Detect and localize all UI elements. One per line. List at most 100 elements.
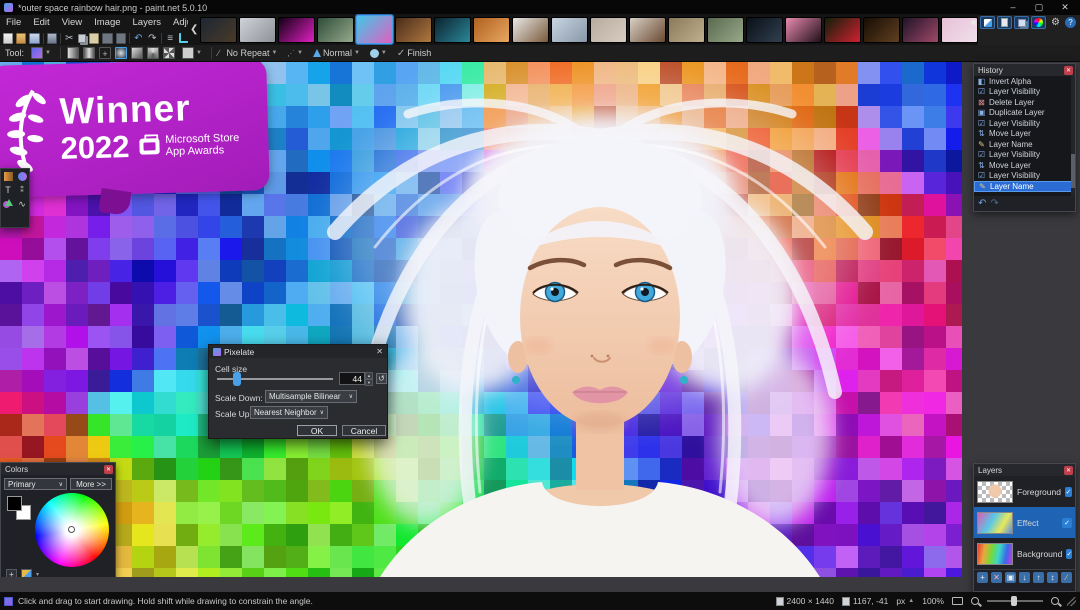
minimize-button[interactable]: –	[1000, 0, 1026, 15]
layers-panel-toggle[interactable]	[1014, 16, 1029, 29]
palette-menu-button[interactable]	[21, 569, 32, 577]
menu-file[interactable]: File	[0, 15, 27, 31]
colors-panel-toggle[interactable]	[1031, 16, 1046, 29]
history-undo-icon[interactable]: ↶	[978, 198, 986, 209]
colors-close-icon[interactable]: ✕	[104, 464, 113, 474]
image-thumbnail[interactable]	[317, 16, 354, 43]
history-item[interactable]: ☑ Layer Visibility	[974, 87, 1075, 98]
gradient-channels-button[interactable]: ▼	[179, 47, 205, 60]
shapes-tool-button[interactable]	[1, 197, 15, 211]
layer-visibility-checkbox[interactable]: ✓	[1062, 517, 1072, 528]
history-item[interactable]: ☑ Layer Visibility	[974, 118, 1075, 129]
image-thumbnail[interactable]	[863, 16, 900, 43]
finish-button[interactable]: ✓ Finish	[394, 47, 434, 60]
layers-close-icon[interactable]: ✕	[1064, 465, 1073, 475]
history-scrollbar[interactable]	[1071, 76, 1075, 196]
layer-visibility-checkbox[interactable]: ✓	[1066, 548, 1073, 559]
layer-row-effect[interactable]: Effect ✓	[974, 507, 1075, 538]
gradient-type-diamond-button[interactable]	[130, 47, 143, 59]
history-redo-icon[interactable]: ↷	[990, 198, 998, 209]
crop-icon[interactable]	[102, 32, 113, 44]
line-tool-button[interactable]: ∿	[15, 197, 29, 211]
settings-button[interactable]: ⚙	[1048, 16, 1063, 29]
zoom-slider-thumb[interactable]	[1011, 596, 1017, 606]
image-thumbnail-active[interactable]	[356, 15, 393, 44]
text-tool-button[interactable]: T	[1, 183, 15, 197]
delete-layer-button[interactable]: ✕	[991, 571, 1002, 583]
layer-properties-button[interactable]: ∕	[1061, 571, 1072, 583]
crop-to-selection-icon[interactable]	[178, 33, 188, 43]
color-wheel[interactable]	[35, 493, 109, 567]
repeat-mode-dropdown[interactable]: No Repeat ▼	[223, 47, 280, 60]
gradient-tool-button[interactable]	[1, 169, 15, 183]
canvas[interactable]: Winner 2022 Microsoft Store App Awards T…	[0, 62, 962, 577]
ok-button[interactable]: OK	[297, 425, 337, 436]
cut-icon[interactable]: ✂	[64, 33, 75, 44]
image-thumbnail[interactable]	[395, 16, 432, 43]
history-item[interactable]: ⇅ Move Layer	[974, 129, 1075, 140]
menu-layers[interactable]: Layers	[127, 15, 168, 31]
resize-grip[interactable]	[1067, 596, 1076, 606]
copy-icon[interactable]	[77, 33, 87, 43]
gradient-type-linear-button[interactable]	[66, 47, 79, 59]
active-tool-button[interactable]: ▼	[28, 47, 54, 60]
gradient-type-radial-button[interactable]	[114, 47, 127, 59]
image-thumbnail[interactable]	[473, 16, 510, 43]
thumbnail-scroll-left-icon[interactable]: ❮	[190, 24, 198, 35]
zoom-tool-button[interactable]: ⁑	[15, 183, 29, 197]
tools-panel-toggle[interactable]	[980, 16, 995, 29]
redo-icon[interactable]: ↷	[147, 33, 158, 44]
history-item[interactable]: ▣ Duplicate Layer	[974, 108, 1075, 119]
deselect-icon[interactable]	[115, 32, 126, 44]
print-icon[interactable]	[46, 32, 57, 44]
image-thumbnail[interactable]	[551, 16, 588, 43]
cell-size-slider-thumb[interactable]	[233, 372, 241, 386]
history-item[interactable]: ◧ Invert Alpha	[974, 76, 1075, 87]
duplicate-layer-button[interactable]: ▣	[1005, 571, 1016, 583]
image-thumbnail[interactable]	[824, 16, 861, 43]
history-icon[interactable]: ≡	[165, 33, 176, 44]
history-item[interactable]: ✎ Layer Name	[974, 181, 1075, 192]
scale-down-select[interactable]: Multisample Bilinear ∨	[265, 390, 357, 403]
image-thumbnail[interactable]	[668, 16, 705, 43]
merge-layer-down-button[interactable]: ↓	[1019, 571, 1030, 583]
move-layer-up-button[interactable]: ↑	[1033, 571, 1044, 583]
image-thumbnail[interactable]	[278, 16, 315, 43]
layer-row-foreground[interactable]: Foreground ✓	[974, 476, 1075, 507]
menu-edit[interactable]: Edit	[27, 15, 55, 31]
reset-button[interactable]: ↺	[376, 373, 387, 384]
scale-up-select[interactable]: Nearest Neighbor ∨	[250, 406, 328, 419]
history-item[interactable]: ☑ Layer Visibility	[974, 171, 1075, 182]
history-item[interactable]: ⊠ Delete Layer	[974, 97, 1075, 108]
menu-image[interactable]: Image	[88, 15, 126, 31]
cell-size-input[interactable]: 44	[339, 372, 365, 385]
image-thumbnail[interactable]	[590, 16, 627, 43]
cell-size-spinner[interactable]: ▲ ▼	[365, 372, 373, 386]
history-close-icon[interactable]: ✕	[1064, 65, 1073, 75]
layer-visibility-checkbox[interactable]: ✓	[1064, 486, 1072, 497]
image-thumbnail[interactable]	[902, 16, 939, 43]
image-thumbnail[interactable]	[707, 16, 744, 43]
paste-icon[interactable]	[89, 32, 100, 44]
open-file-icon[interactable]	[16, 32, 27, 44]
image-thumbnail[interactable]	[746, 16, 783, 43]
units-dropdown[interactable]: px ▲	[896, 596, 914, 606]
blend-mode-dropdown[interactable]: Normal ▼	[310, 47, 363, 60]
add-layer-button[interactable]: +	[977, 571, 988, 583]
more-colors-button[interactable]: More >>	[70, 478, 112, 490]
cancel-button[interactable]: Cancel	[342, 425, 386, 436]
gradient-type-conical-button[interactable]	[146, 47, 159, 59]
help-button[interactable]: ?	[1065, 17, 1076, 28]
image-thumbnail[interactable]	[512, 16, 549, 43]
image-thumbnail[interactable]	[200, 16, 237, 43]
sampling-dropdown[interactable]: ,·˙ ▼	[284, 47, 306, 60]
image-thumbnail[interactable]	[239, 16, 276, 43]
layer-row-background[interactable]: Background ✓	[974, 538, 1075, 569]
zoom-out-icon[interactable]	[971, 597, 979, 605]
new-file-icon[interactable]	[3, 32, 14, 44]
fit-to-window-button[interactable]	[952, 597, 963, 605]
pixelate-dialog-titlebar[interactable]: Pixelate ✕	[209, 345, 387, 358]
image-thumbnail[interactable]	[629, 16, 666, 43]
maximize-button[interactable]: ▢	[1026, 0, 1052, 15]
gradient-type-reflected-button[interactable]: +	[98, 47, 111, 59]
